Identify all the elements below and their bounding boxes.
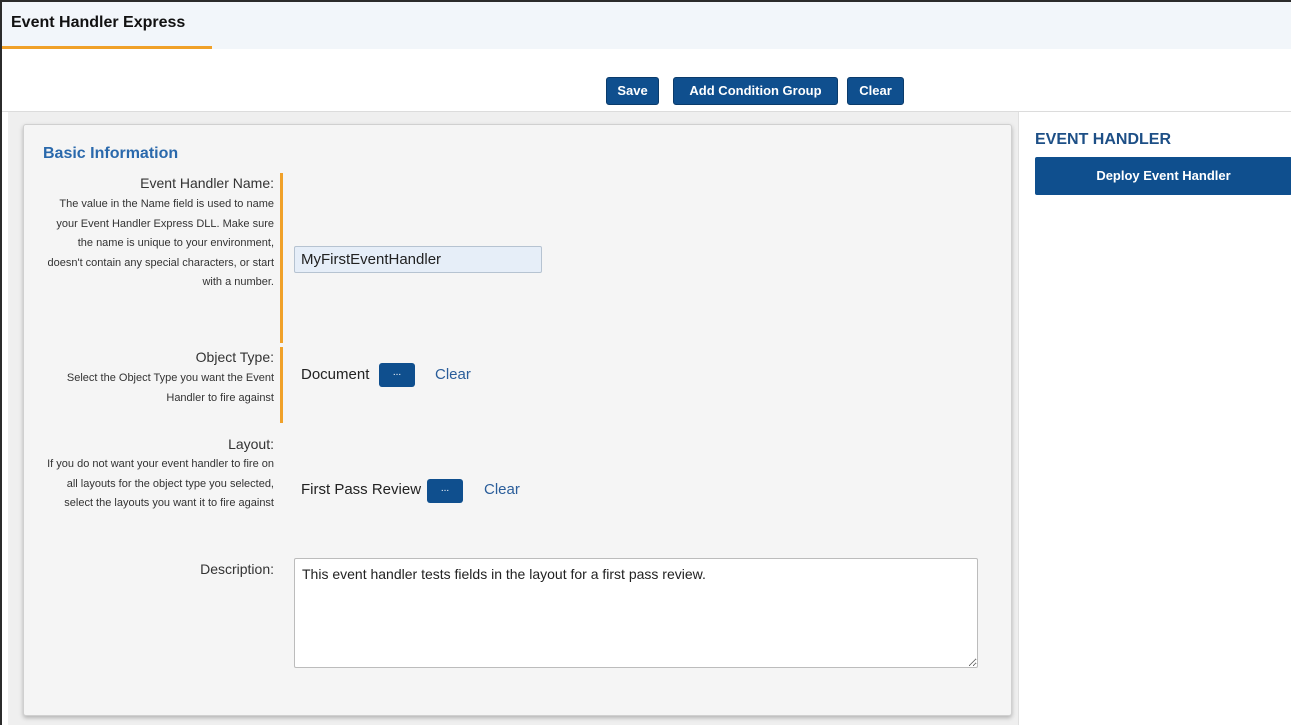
toolbar: Save Add Condition Group Clear (2, 49, 1291, 112)
description-textarea[interactable]: This event handler tests fields in the l… (294, 558, 978, 668)
required-indicator (280, 173, 283, 343)
sidebar-title: EVENT HANDLER (1035, 131, 1172, 148)
layout-help-text: If you do not want your event handler to… (47, 458, 274, 509)
object-type-clear-link[interactable]: Clear (435, 366, 471, 383)
main-panel: Basic Information Event Handler Name: Th… (8, 112, 1018, 725)
tab-bar: Event Handler Express (2, 2, 1291, 50)
layout-clear-link[interactable]: Clear (484, 481, 520, 498)
tab-event-handler-express[interactable]: Event Handler Express (2, 2, 212, 49)
save-button[interactable]: Save (606, 77, 659, 105)
object-type-value: Document (301, 366, 370, 383)
layout-value: First Pass Review (301, 481, 422, 498)
layout-browse-button[interactable]: ... (427, 479, 463, 503)
name-label: Event Handler Name: (140, 175, 274, 191)
layout-label: Layout: (228, 436, 274, 452)
object-type-label: Object Type: (195, 349, 274, 365)
required-indicator (280, 347, 283, 423)
object-type-browse-button[interactable]: ... (379, 363, 415, 387)
object-type-help-text: Select the Object Type you want the Even… (66, 372, 274, 404)
name-help-text: The value in the Name field is used to n… (47, 198, 275, 288)
event-handler-sidebar: EVENT HANDLER Deploy Event Handler (1018, 112, 1291, 725)
tab-label: Event Handler Express (11, 14, 186, 31)
description-label: Description: (200, 561, 274, 577)
add-condition-group-button[interactable]: Add Condition Group (673, 77, 838, 105)
basic-information-card: Basic Information Event Handler Name: Th… (23, 124, 1012, 716)
deploy-event-handler-button[interactable]: Deploy Event Handler (1035, 157, 1291, 195)
clear-button[interactable]: Clear (847, 77, 904, 105)
section-title: Basic Information (43, 145, 179, 162)
event-handler-name-input[interactable] (294, 246, 542, 273)
